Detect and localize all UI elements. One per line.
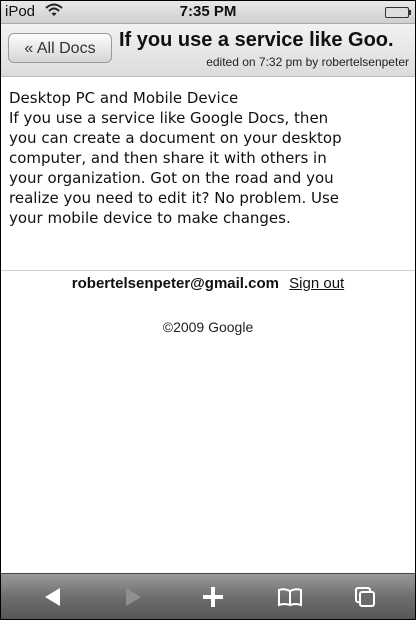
browser-toolbar bbox=[1, 573, 415, 619]
all-docs-button[interactable]: « All Docs bbox=[8, 33, 112, 63]
sign-out-link[interactable]: Sign out bbox=[289, 275, 344, 292]
document-line: computer, and then share it with others … bbox=[9, 149, 327, 167]
document-line: realize you need to edit it? No problem.… bbox=[9, 189, 340, 207]
battery-icon bbox=[385, 7, 411, 18]
ipod-screen: iPod 7:35 PM « All Docs If you use a ser… bbox=[0, 0, 416, 620]
edited-info: edited on 7:32 pm by robertelsenpeter bbox=[206, 55, 409, 69]
pages-button[interactable] bbox=[335, 574, 395, 619]
forward-button[interactable] bbox=[103, 574, 163, 619]
status-bar: iPod 7:35 PM bbox=[1, 1, 415, 24]
copyright: ©2009 Google bbox=[162, 319, 254, 335]
bookmarks-button[interactable] bbox=[259, 574, 319, 619]
clock: 7:35 PM bbox=[179, 3, 237, 20]
add-bookmark-button[interactable] bbox=[183, 574, 243, 619]
document-line: you can create a document on your deskto… bbox=[9, 129, 342, 147]
document-line: your mobile device to make changes. bbox=[9, 209, 291, 227]
document-body: Desktop PC and Mobile Device If you use … bbox=[9, 88, 409, 228]
account-row: robertelsenpeter@gmail.com Sign out bbox=[1, 275, 415, 292]
document-line: your organization. Got on the road and y… bbox=[9, 169, 334, 187]
back-button[interactable] bbox=[23, 574, 83, 619]
document-heading: Desktop PC and Mobile Device bbox=[9, 89, 239, 107]
document-line: If you use a service like Google Docs, t… bbox=[9, 109, 329, 127]
doc-header: « All Docs If you use a service like Goo… bbox=[1, 24, 415, 77]
divider bbox=[1, 270, 415, 271]
document-title: If you use a service like Goo. bbox=[119, 29, 394, 51]
account-email: robertelsenpeter@gmail.com bbox=[71, 275, 279, 292]
